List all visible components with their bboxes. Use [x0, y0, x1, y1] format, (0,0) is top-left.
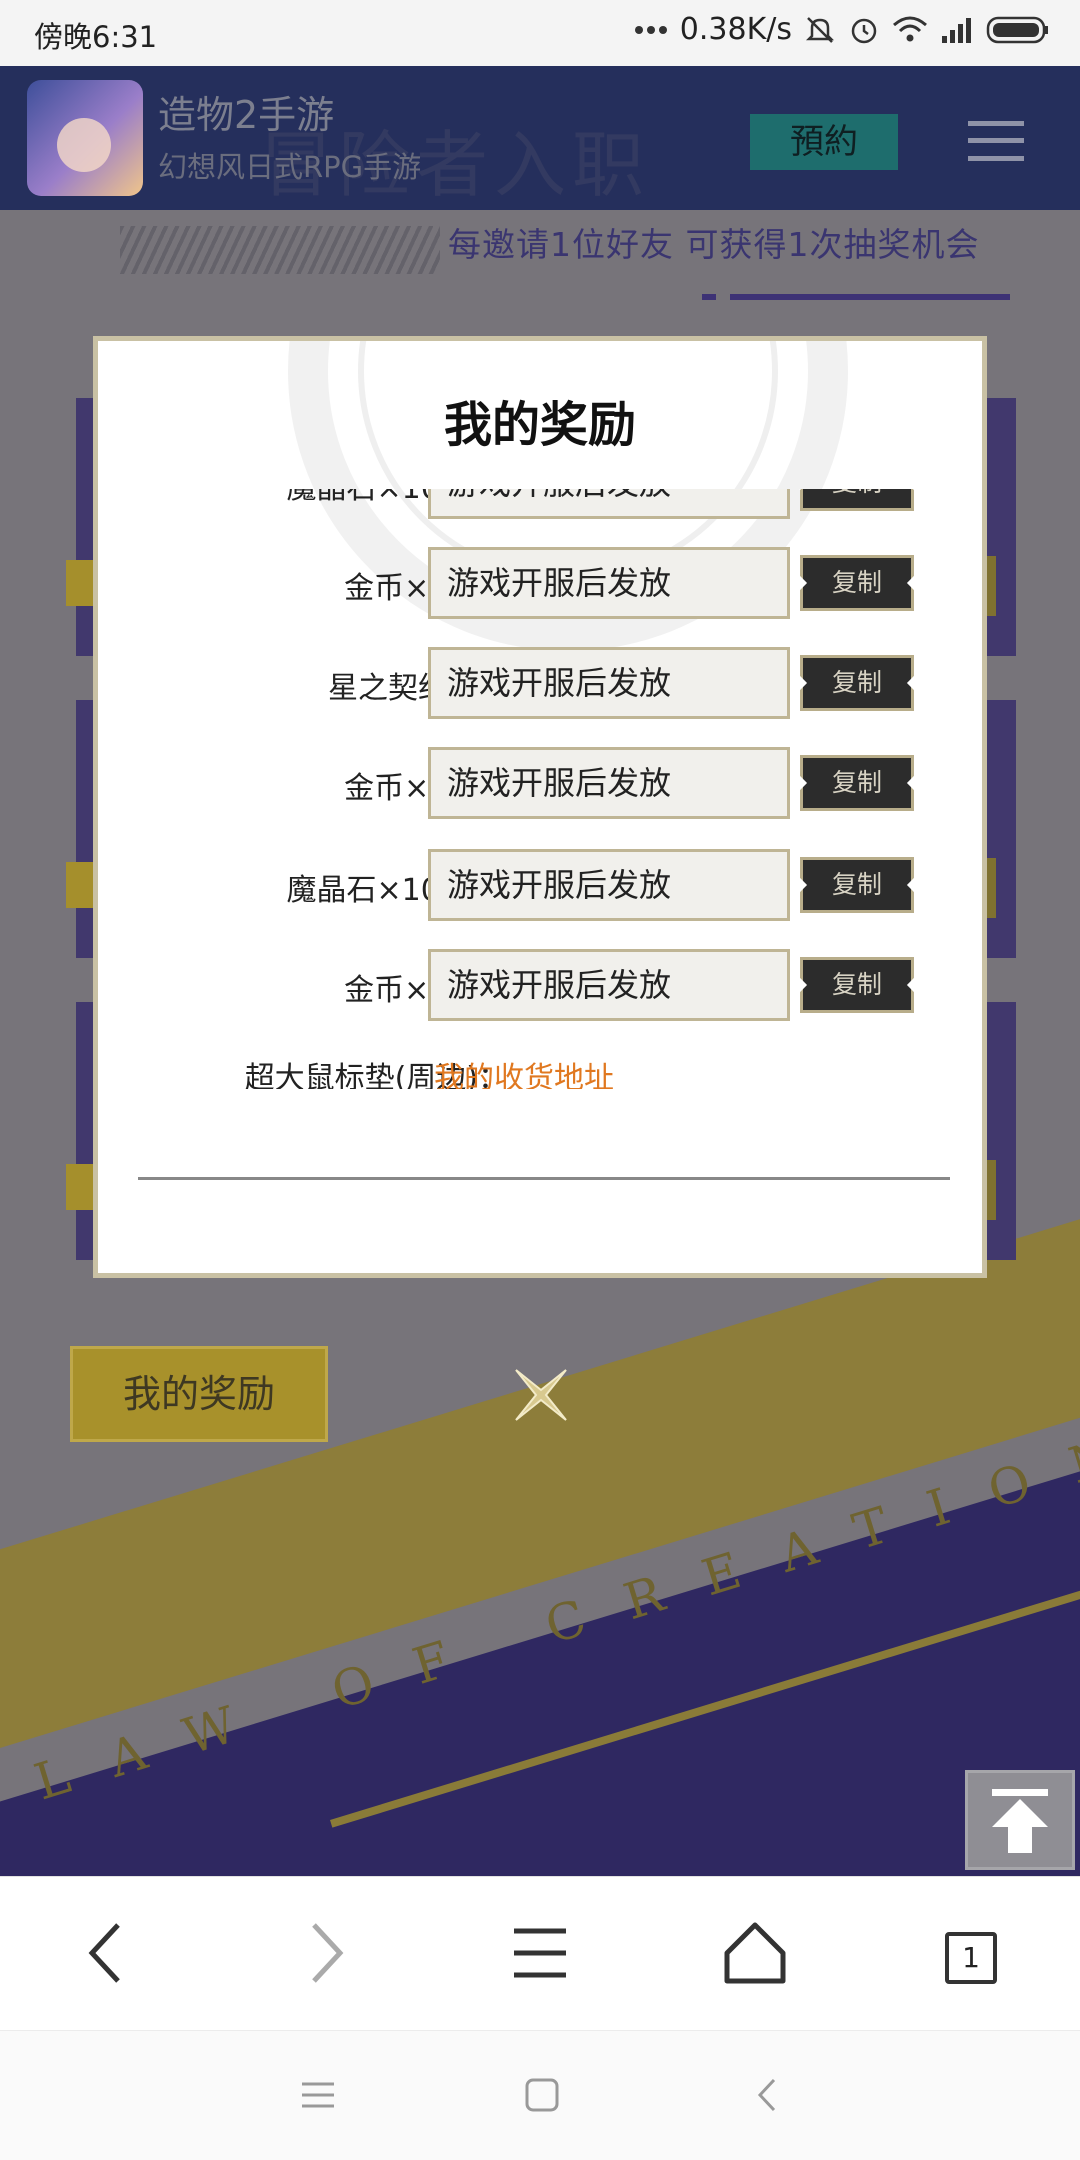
app-header: 冒险者入职 造物2手游 幻想风日式RPG手游 預約	[0, 66, 1080, 210]
more-dots-icon	[634, 25, 667, 34]
battery-icon	[986, 16, 1048, 43]
app-icon[interactable]	[27, 80, 143, 196]
system-home-icon[interactable]	[522, 2075, 562, 2115]
mute-icon	[805, 16, 835, 43]
close-icon[interactable]	[510, 1364, 572, 1426]
status-icons: 0.38K/s	[634, 12, 1050, 47]
rewards-modal: 我的奖励 魔晶石×1000： 游戏开服后发放 复制 金币×1W： 游戏开服后发放…	[93, 336, 987, 1278]
reward-code-field[interactable]: 游戏开服后发放	[428, 949, 790, 1021]
reward-code-field[interactable]: 游戏开服后发放	[428, 747, 790, 819]
signal-icon	[942, 17, 971, 43]
modal-title: 我的奖励	[443, 397, 636, 453]
network-speed: 0.38K/s	[679, 12, 792, 47]
copy-button[interactable]: 复制	[800, 957, 914, 1013]
reward-row: 金币×1W： 游戏开服后发放 复制	[98, 949, 982, 1021]
status-bar: 傍晚6:31 0.38K/s	[0, 0, 1080, 66]
wifi-icon	[893, 16, 927, 41]
banner-underline	[730, 294, 1010, 300]
home-icon[interactable]	[715, 1913, 795, 1993]
modal-divider	[138, 1177, 950, 1180]
reward-code-field[interactable]: 游戏开服后发放	[428, 489, 790, 519]
app-name: 造物2手游	[158, 93, 335, 137]
copy-button[interactable]: 复制	[800, 655, 914, 711]
reward-row: 魔晶石×1000： 游戏开服后发放 复制	[98, 489, 982, 519]
browser-toolbar	[0, 1876, 1080, 2030]
reward-row: 魔晶石×1000： 游戏开服后发放 复制	[98, 849, 982, 921]
copy-button[interactable]: 复制	[800, 555, 914, 611]
invite-banner: 每邀请1位好友 可获得1次抽奖机会	[448, 225, 980, 264]
system-navigation-bar	[0, 2030, 1080, 2160]
status-time: 傍晚6:31	[34, 20, 158, 54]
system-back-icon[interactable]	[748, 2075, 788, 2115]
decorative-stripes	[120, 226, 440, 274]
banner-underline-dot	[702, 294, 716, 300]
copy-button[interactable]: 复制	[800, 755, 914, 811]
forward-icon[interactable]	[284, 1913, 364, 1993]
reward-list[interactable]: 魔晶石×1000： 游戏开服后发放 复制 金币×1W： 游戏开服后发放 复制 星…	[98, 489, 982, 1089]
reward-row: 星之契约券： 游戏开服后发放 复制	[98, 647, 982, 719]
app-subtitle: 幻想风日式RPG手游	[158, 150, 422, 184]
merch-row: 超大鼠标垫(周边)： 我的收货地址	[98, 1037, 982, 1089]
copy-button[interactable]: 复制	[800, 489, 914, 511]
reserve-button[interactable]: 預約	[750, 114, 898, 170]
shipping-address-link[interactable]: 我的收货地址	[434, 1053, 614, 1089]
reward-code-field[interactable]: 游戏开服后发放	[428, 849, 790, 921]
reward-row: 金币×1W： 游戏开服后发放 复制	[98, 747, 982, 819]
menu-icon[interactable]	[500, 1913, 580, 1993]
reward-code-field[interactable]: 游戏开服后发放	[428, 547, 790, 619]
reward-code-field[interactable]: 游戏开服后发放	[428, 647, 790, 719]
back-to-top-button[interactable]	[965, 1770, 1075, 1870]
hamburger-menu-icon[interactable]	[968, 121, 1024, 161]
arrow-up-icon	[992, 1789, 1048, 1853]
back-icon[interactable]	[68, 1913, 148, 1993]
reward-row: 金币×1W： 游戏开服后发放 复制	[98, 547, 982, 619]
my-rewards-button[interactable]: 我的奖励	[70, 1346, 328, 1442]
copy-button[interactable]: 复制	[800, 857, 914, 913]
tabs-count-button[interactable]: 1	[945, 1932, 997, 1984]
alarm-icon	[851, 18, 877, 43]
recent-apps-icon[interactable]	[298, 2075, 338, 2115]
